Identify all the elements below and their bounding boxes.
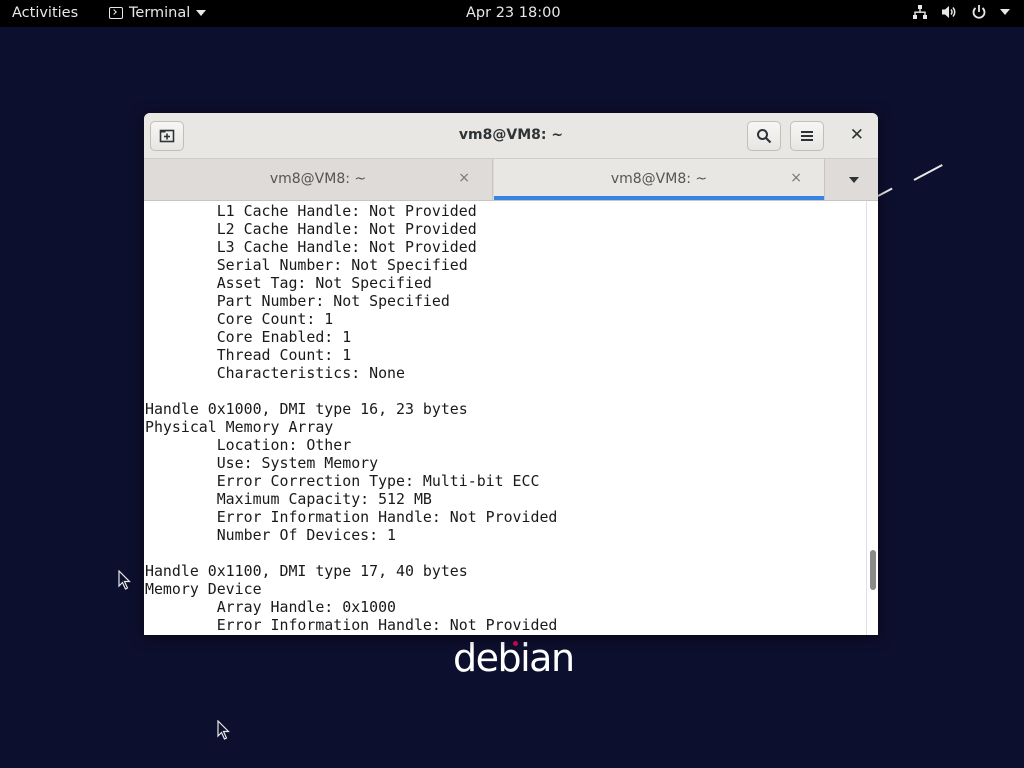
terminal-line: Array Handle: 0x1000 bbox=[145, 598, 397, 616]
tab-close-button[interactable]: × bbox=[790, 170, 802, 186]
network-icon bbox=[912, 4, 928, 20]
top-bar: Activities Terminal Apr 23 18:00 bbox=[0, 0, 1024, 27]
terminal-line: Error Information Handle: Not Provided bbox=[145, 508, 558, 526]
terminal-line: Error Information Handle: Not Provided bbox=[145, 616, 558, 634]
debian-logo-dot bbox=[513, 641, 518, 646]
terminal-text: L1 Cache Handle: Not Provided L2 Cache H… bbox=[144, 201, 866, 634]
terminal-line: Core Enabled: 1 bbox=[145, 328, 352, 346]
hamburger-menu-icon bbox=[801, 131, 813, 141]
tab-1[interactable]: vm8@VM8: ~ × bbox=[144, 159, 493, 200]
terminal-line: Core Count: 1 bbox=[145, 310, 334, 328]
terminal-line: L2 Cache Handle: Not Provided bbox=[145, 220, 477, 238]
terminal-line: L3 Cache Handle: Not Provided bbox=[145, 238, 477, 256]
active-tab-indicator bbox=[494, 196, 824, 200]
terminal-line: Handle 0x1000, DMI type 16, 23 bytes bbox=[145, 400, 468, 418]
power-icon bbox=[971, 4, 987, 20]
desktop-decoration bbox=[877, 187, 893, 197]
app-menu-terminal[interactable]: Terminal bbox=[109, 5, 207, 21]
scrollbar-thumb[interactable] bbox=[870, 550, 876, 590]
header-bar: vm8@VM8: ~ ✕ bbox=[144, 113, 878, 159]
terminal-line: Location: Other bbox=[145, 436, 352, 454]
tab-2-active[interactable]: vm8@VM8: ~ × bbox=[494, 159, 825, 200]
close-button[interactable]: ✕ bbox=[850, 125, 864, 145]
terminal-line: Serial Number: Not Specified bbox=[145, 256, 468, 274]
search-icon bbox=[757, 129, 772, 144]
terminal-line: Number Of Devices: 1 bbox=[145, 526, 397, 544]
terminal-window: vm8@VM8: ~ ✕ vm8@VM8: ~ × vm8@VM8: ~ × L… bbox=[144, 113, 878, 635]
terminal-line: Memory Device bbox=[145, 580, 262, 598]
chevron-down-icon bbox=[196, 10, 207, 16]
tab-label: vm8@VM8: ~ bbox=[269, 171, 367, 187]
terminal-line: L1 Cache Handle: Not Provided bbox=[145, 202, 477, 220]
clock[interactable]: Apr 23 18:00 bbox=[466, 5, 561, 21]
terminal-line: Asset Tag: Not Specified bbox=[145, 274, 432, 292]
tab-bar: vm8@VM8: ~ × vm8@VM8: ~ × bbox=[144, 159, 878, 201]
volume-icon bbox=[941, 4, 958, 20]
mouse-cursor-icon bbox=[118, 570, 131, 590]
terminal-line: Error Correction Type: Multi-bit ECC bbox=[145, 472, 540, 490]
terminal-line: Thread Count: 1 bbox=[145, 346, 352, 364]
terminal-line: Characteristics: None bbox=[145, 364, 405, 382]
terminal-line: Physical Memory Array bbox=[145, 418, 334, 436]
terminal-line: Maximum Capacity: 512 MB bbox=[145, 490, 432, 508]
terminal-line: Part Number: Not Specified bbox=[145, 292, 450, 310]
tab-close-button[interactable]: × bbox=[458, 170, 470, 186]
activities-button[interactable]: Activities bbox=[12, 5, 78, 21]
system-menu[interactable] bbox=[912, 4, 1010, 20]
search-button[interactable] bbox=[747, 121, 781, 151]
terminal-line: Use: System Memory bbox=[145, 454, 379, 472]
scrollbar[interactable] bbox=[866, 201, 878, 635]
terminal-line: Handle 0x1100, DMI type 17, 40 bytes bbox=[145, 562, 468, 580]
terminal-output[interactable]: L1 Cache Handle: Not Provided L2 Cache H… bbox=[144, 201, 866, 635]
menu-button[interactable] bbox=[790, 121, 824, 151]
terminal-icon bbox=[109, 7, 123, 19]
chevron-down-icon bbox=[1000, 9, 1010, 15]
app-menu-label: Terminal bbox=[129, 5, 191, 21]
desktop-decoration bbox=[913, 164, 943, 181]
tab-list-chevron-down-icon[interactable] bbox=[849, 177, 859, 183]
tab-label: vm8@VM8: ~ bbox=[610, 171, 708, 187]
mouse-cursor-icon bbox=[217, 720, 230, 740]
